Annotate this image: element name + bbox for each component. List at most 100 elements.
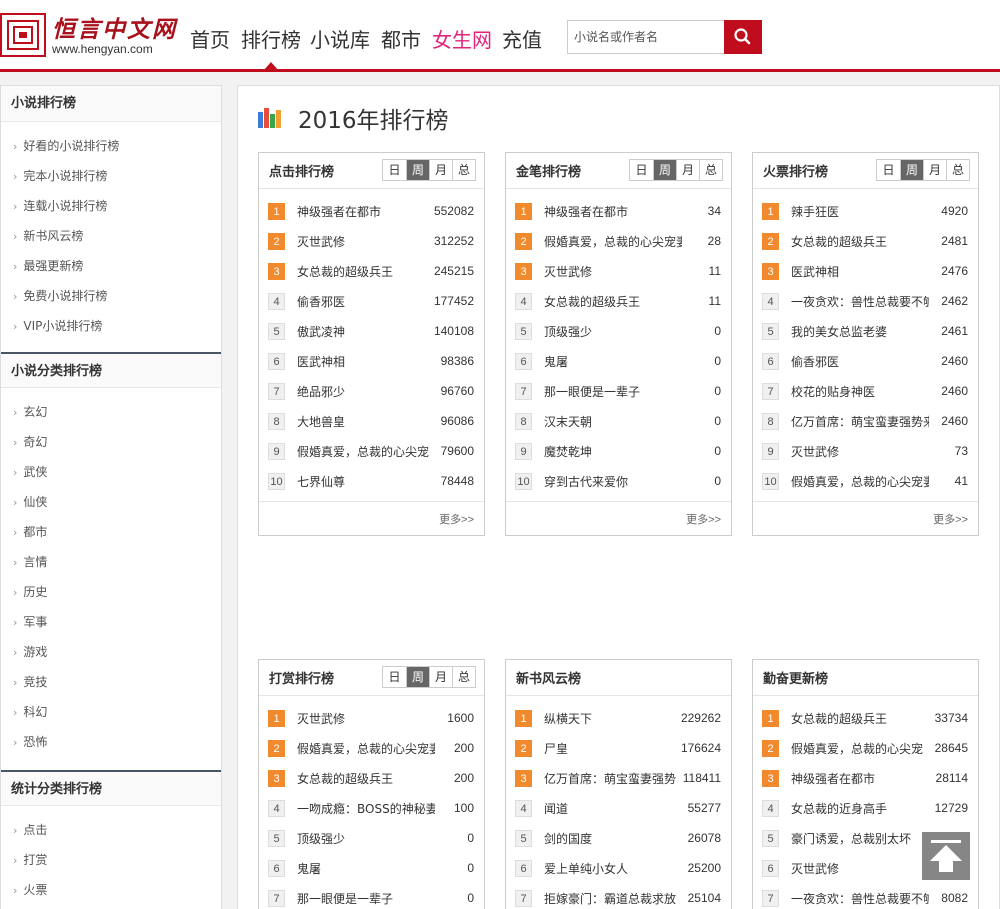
sidebar-item[interactable]: › 点击: [1, 815, 221, 845]
book-title-link[interactable]: 拒嫁豪门：霸道总裁求放: [544, 890, 682, 907]
book-title-link[interactable]: 医武神相: [791, 263, 929, 280]
book-title-link[interactable]: 那一眼便是一辈子: [297, 890, 435, 907]
tab-week[interactable]: 周: [406, 667, 429, 687]
tab-day[interactable]: 日: [383, 667, 406, 687]
book-title-link[interactable]: 亿万首席：萌宝蛮妻强势: [544, 770, 682, 787]
book-title-link[interactable]: 一夜贪欢：兽性总裁要不够: [791, 890, 929, 907]
book-title-link[interactable]: 女总裁的超级兵王: [791, 710, 929, 727]
search-button[interactable]: [724, 20, 762, 54]
book-title-link[interactable]: 闻道: [544, 800, 682, 817]
book-title-link[interactable]: 尸皇: [544, 740, 682, 757]
tab-day[interactable]: 日: [877, 160, 900, 180]
tab-day[interactable]: 日: [383, 160, 406, 180]
book-title-link[interactable]: 校花的贴身神医: [791, 383, 929, 400]
sidebar-item[interactable]: › 好看的小说排行榜: [1, 131, 221, 161]
book-title-link[interactable]: 医武神相: [297, 353, 435, 370]
sidebar-item[interactable]: › 打赏: [1, 845, 221, 875]
sidebar-item[interactable]: › 完本小说排行榜: [1, 161, 221, 191]
sidebar-item[interactable]: › 恐怖: [1, 727, 221, 757]
back-to-top-button[interactable]: [922, 832, 970, 880]
tab-week[interactable]: 周: [653, 160, 676, 180]
tab-total[interactable]: 总: [946, 160, 969, 180]
nav-rankings[interactable]: 排行榜: [241, 24, 301, 53]
sidebar-item[interactable]: › 玄幻: [1, 397, 221, 427]
more-link[interactable]: 更多>>: [686, 511, 721, 527]
book-title-link[interactable]: 剑的国度: [544, 830, 682, 847]
book-title-link[interactable]: 神级强者在都市: [544, 203, 682, 220]
tab-total[interactable]: 总: [452, 667, 475, 687]
book-title-link[interactable]: 那一眼便是一辈子: [544, 383, 682, 400]
book-title-link[interactable]: 七界仙尊: [297, 473, 435, 490]
sidebar-item[interactable]: › 最强更新榜: [1, 251, 221, 281]
book-title-link[interactable]: 假婚真爱，总裁的心尖宠妻: [544, 233, 682, 250]
book-title-link[interactable]: 汉末天朝: [544, 413, 682, 430]
sidebar-item[interactable]: › 武侠: [1, 457, 221, 487]
book-title-link[interactable]: 假婚真爱，总裁的心尖宠: [297, 443, 435, 460]
sidebar-item[interactable]: › 奇幻: [1, 427, 221, 457]
logo-icon[interactable]: [0, 13, 46, 57]
book-title-link[interactable]: 我的美女总监老婆: [791, 323, 929, 340]
book-title-link[interactable]: 辣手狂医: [791, 203, 929, 220]
sidebar-item[interactable]: › 免费小说排行榜: [1, 281, 221, 311]
book-title-link[interactable]: 一吻成瘾：BOSS的神秘妻: [297, 800, 435, 817]
book-title-link[interactable]: 偷香邪医: [297, 293, 435, 310]
sidebar-item[interactable]: › 都市: [1, 517, 221, 547]
book-title-link[interactable]: 爱上单纯小女人: [544, 860, 682, 877]
sidebar-item[interactable]: › 历史: [1, 577, 221, 607]
book-title-link[interactable]: 绝品邪少: [297, 383, 435, 400]
book-title-link[interactable]: 一夜贪欢：兽性总裁要不够: [791, 293, 929, 310]
sidebar-item[interactable]: › 言情: [1, 547, 221, 577]
sidebar-item[interactable]: › 火票: [1, 875, 221, 905]
tab-week[interactable]: 周: [900, 160, 923, 180]
sidebar-item[interactable]: › 竞技: [1, 667, 221, 697]
more-link[interactable]: 更多>>: [933, 511, 968, 527]
tab-month[interactable]: 月: [429, 667, 452, 687]
sidebar-item[interactable]: › 新书风云榜: [1, 221, 221, 251]
sidebar-item[interactable]: › 仙侠: [1, 487, 221, 517]
book-title-link[interactable]: 顶级强少: [297, 830, 435, 847]
book-title-link[interactable]: 鬼屠: [544, 353, 682, 370]
book-title-link[interactable]: 傲武凌神: [297, 323, 435, 340]
book-title-link[interactable]: 魔焚乾坤: [544, 443, 682, 460]
book-title-link[interactable]: 神级强者在都市: [297, 203, 435, 220]
sidebar-item[interactable]: › 军事: [1, 607, 221, 637]
book-title-link[interactable]: 假婚真爱，总裁的心尖宠: [791, 740, 929, 757]
book-title-link[interactable]: 女总裁的超级兵王: [297, 770, 435, 787]
tab-month[interactable]: 月: [923, 160, 946, 180]
book-title-link[interactable]: 女总裁的超级兵王: [297, 263, 435, 280]
book-title-link[interactable]: 女总裁的超级兵王: [791, 233, 929, 250]
nav-female[interactable]: 女生网: [432, 24, 492, 53]
sidebar-item[interactable]: › 游戏: [1, 637, 221, 667]
book-title-link[interactable]: 灭世武修: [791, 443, 929, 460]
nav-library[interactable]: 小说库: [310, 24, 370, 53]
sidebar-item[interactable]: › 连载小说排行榜: [1, 191, 221, 221]
book-title-link[interactable]: 亿万首席：萌宝蛮妻强势来袭: [791, 413, 929, 430]
book-title-link[interactable]: 灭世武修: [297, 233, 435, 250]
book-title-link[interactable]: 纵横天下: [544, 710, 682, 727]
book-title-link[interactable]: 灭世武修: [297, 710, 435, 727]
sidebar-item[interactable]: › 科幻: [1, 697, 221, 727]
brand-name[interactable]: 恒言中文网: [52, 10, 177, 44]
book-title-link[interactable]: 穿到古代来爱你: [544, 473, 682, 490]
tab-total[interactable]: 总: [452, 160, 475, 180]
nav-recharge[interactable]: 充值: [502, 24, 542, 53]
book-title-link[interactable]: 女总裁的近身高手: [791, 800, 929, 817]
nav-home[interactable]: 首页: [190, 24, 230, 53]
book-title-link[interactable]: 顶级强少: [544, 323, 682, 340]
search-input[interactable]: [568, 21, 724, 53]
book-title-link[interactable]: 假婚真爱，总裁的心尖宠妻: [297, 740, 435, 757]
book-title-link[interactable]: 灭世武修: [791, 860, 929, 877]
sidebar-item[interactable]: › VIP小说排行榜: [1, 311, 221, 341]
tab-week[interactable]: 周: [406, 160, 429, 180]
book-title-link[interactable]: 假婚真爱，总裁的心尖宠妻: [791, 473, 929, 490]
book-title-link[interactable]: 神级强者在都市: [791, 770, 929, 787]
more-link[interactable]: 更多>>: [439, 511, 474, 527]
tab-day[interactable]: 日: [630, 160, 653, 180]
tab-total[interactable]: 总: [699, 160, 722, 180]
book-title-link[interactable]: 女总裁的超级兵王: [544, 293, 682, 310]
tab-month[interactable]: 月: [676, 160, 699, 180]
book-title-link[interactable]: 灭世武修: [544, 263, 682, 280]
book-title-link[interactable]: 豪门诱爱，总裁别太坏: [791, 830, 929, 847]
book-title-link[interactable]: 偷香邪医: [791, 353, 929, 370]
nav-urban[interactable]: 都市: [381, 24, 421, 53]
